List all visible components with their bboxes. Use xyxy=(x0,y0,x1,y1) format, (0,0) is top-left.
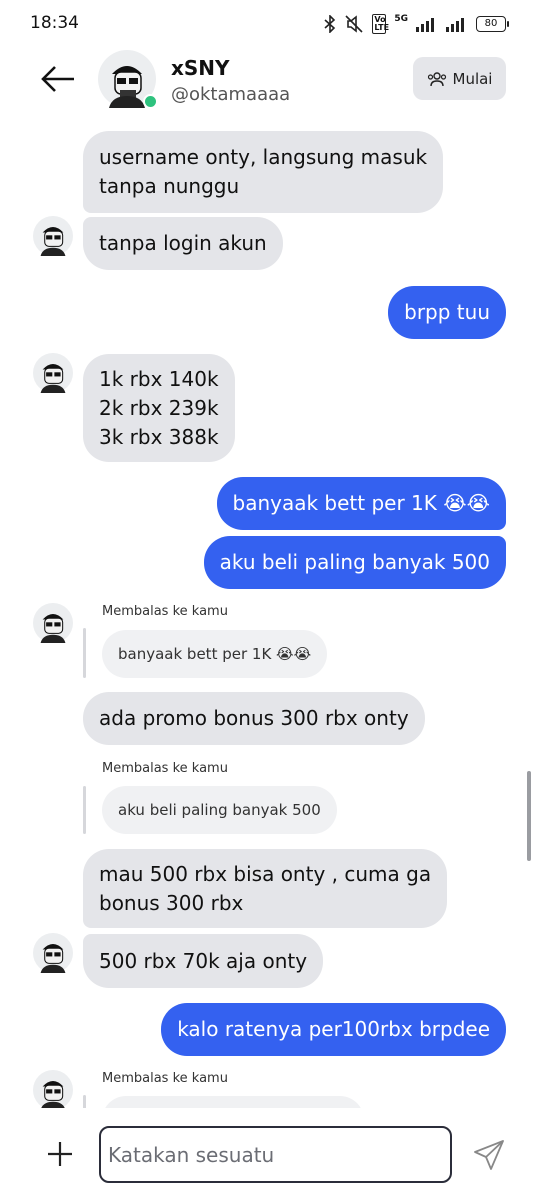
online-indicator xyxy=(143,94,158,109)
message-text: ada promo bonus 300 rbx onty xyxy=(99,706,409,730)
message-list[interactable]: username onty, langsung masuk tanpa nung… xyxy=(0,120,540,1108)
message-text: aku beli paling banyak 500 xyxy=(219,550,490,574)
reply-quote[interactable]: banyaak bett per 1K 😭😭 xyxy=(102,630,328,678)
message-bubble-outgoing[interactable]: banyaak bett per 1K 😭😭 xyxy=(216,477,506,530)
message-bubble-outgoing[interactable]: kalo ratenya per100rbx brpdee xyxy=(161,1003,506,1056)
message-text: 3k rbx 388k xyxy=(99,424,219,449)
message-bubble-incoming[interactable]: ada promo bonus 300 rbx onty xyxy=(83,692,425,745)
contact-name: xSNY xyxy=(171,56,230,80)
avatar[interactable] xyxy=(33,1070,73,1108)
reply-quote[interactable] xyxy=(102,1096,364,1108)
message-text: mau 500 rbx bisa onty , cuma ga xyxy=(99,861,432,886)
reply-label: Membalas ke kamu xyxy=(102,1071,228,1086)
signal-icon xyxy=(416,18,434,32)
message-bubble-incoming[interactable]: 1k rbx 140k 2k rbx 239k 3k rbx 388k xyxy=(83,354,235,462)
scrollbar[interactable] xyxy=(527,771,531,861)
battery-icon: 80 xyxy=(476,16,509,32)
message-bubble-incoming[interactable]: mau 500 rbx bisa onty , cuma ga bonus 30… xyxy=(83,849,448,928)
reply-quote[interactable]: aku beli paling banyak 500 xyxy=(102,786,337,834)
reply-bar xyxy=(83,628,86,678)
reply-quote-text: banyaak bett per 1K 😭😭 xyxy=(118,645,312,663)
message-text: kalo ratenya per100rbx brpdee xyxy=(177,1017,490,1041)
status-bar: 18:34 Vo LTE 5G 80 xyxy=(0,0,540,48)
bluetooth-icon xyxy=(324,15,336,33)
message-input-box[interactable] xyxy=(99,1126,452,1183)
message-text: 500 rbx 70k aja onty xyxy=(99,948,308,973)
message-input[interactable] xyxy=(108,1142,443,1167)
avatar[interactable] xyxy=(33,353,73,393)
reply-label: Membalas ke kamu xyxy=(102,761,228,776)
plus-icon[interactable] xyxy=(44,1138,76,1170)
start-button-label: Mulai xyxy=(452,69,493,88)
network-label: 5G xyxy=(394,14,408,24)
back-arrow-icon[interactable] xyxy=(38,64,78,94)
message-text: username onty, langsung masuk xyxy=(99,145,428,169)
message-text: 1k rbx 140k xyxy=(99,366,219,391)
signal-icon-2 xyxy=(446,18,464,32)
avatar[interactable] xyxy=(33,933,73,973)
message-bubble-incoming[interactable]: username onty, langsung masuk tanpa nung… xyxy=(83,131,444,213)
message-text: tanpa nunggu xyxy=(99,174,240,198)
contact-handle: @oktamaaaa xyxy=(171,84,291,105)
reply-quote-text: aku beli paling banyak 500 xyxy=(118,801,321,819)
send-icon[interactable] xyxy=(472,1138,506,1172)
message-text: brpp tuu xyxy=(404,300,490,324)
reply-label: Membalas ke kamu xyxy=(102,604,228,619)
start-button[interactable]: Mulai xyxy=(413,57,506,100)
mute-icon xyxy=(345,15,363,33)
group-icon xyxy=(427,71,446,86)
avatar[interactable] xyxy=(33,216,73,256)
message-bubble-incoming[interactable]: tanpa login akun xyxy=(83,217,283,270)
message-bubble-outgoing[interactable]: aku beli paling banyak 500 xyxy=(203,536,506,589)
avatar[interactable] xyxy=(33,603,73,643)
reply-bar xyxy=(83,1095,86,1108)
reply-bar xyxy=(83,786,86,834)
message-text: tanpa login akun xyxy=(99,231,267,255)
chat-header: xSNY @oktamaaaa Mulai xyxy=(0,48,540,120)
status-time: 18:34 xyxy=(30,13,79,33)
status-icons: Vo LTE 5G 80 xyxy=(324,14,509,34)
message-bubble-incoming[interactable]: 500 rbx 70k aja onty xyxy=(83,934,324,988)
message-text: bonus 300 rbx xyxy=(99,890,244,915)
composer xyxy=(0,1108,540,1200)
message-bubble-outgoing[interactable]: brpp tuu xyxy=(388,286,506,339)
volte-badge: Vo LTE xyxy=(372,14,390,34)
message-text: banyaak bett per 1K 😭😭 xyxy=(232,491,490,515)
message-text: 2k rbx 239k xyxy=(99,395,219,420)
